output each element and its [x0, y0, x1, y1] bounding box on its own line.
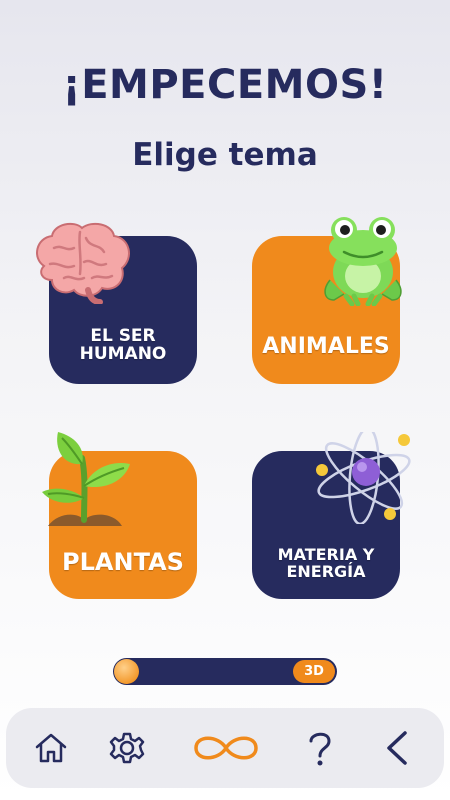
page-title: ¡EMPECEMOS!	[62, 62, 388, 108]
atom-icon	[316, 432, 411, 524]
frog-icon	[324, 217, 402, 306]
brain-icon	[36, 222, 130, 304]
3d-mode-slider[interactable]: 3D	[113, 658, 337, 685]
bottom-navigation	[6, 708, 444, 788]
back-icon	[387, 731, 407, 765]
topic-label: ANIMALES	[262, 333, 390, 359]
topic-label: MATERIA Y ENERGÍA	[277, 545, 375, 582]
home-icon	[35, 733, 67, 763]
settings-button[interactable]	[105, 726, 149, 770]
infinity-icon	[194, 736, 258, 760]
help-icon	[309, 732, 331, 766]
infinity-button[interactable]	[186, 726, 266, 770]
settings-icon	[109, 732, 145, 764]
help-button[interactable]	[298, 726, 342, 770]
page-subtitle: Elige tema	[132, 137, 318, 173]
3d-badge: 3D	[293, 660, 335, 683]
slider-knob[interactable]	[114, 659, 139, 684]
back-button[interactable]	[376, 726, 420, 770]
topic-label: EL SER HUMANO	[79, 326, 167, 365]
plant-icon	[42, 432, 130, 526]
topic-label: PLANTAS	[62, 547, 184, 576]
home-button[interactable]	[29, 726, 73, 770]
